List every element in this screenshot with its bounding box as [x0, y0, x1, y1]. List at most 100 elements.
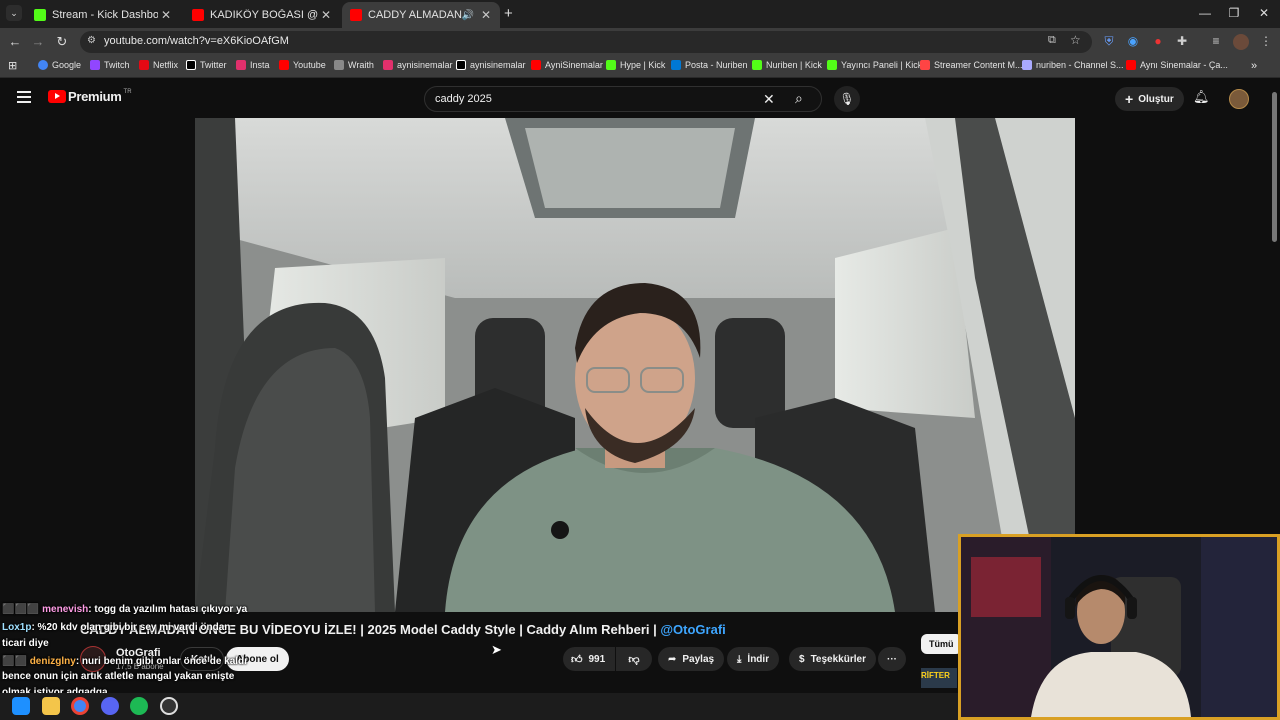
netflix-icon — [139, 60, 149, 70]
chrome-icon[interactable] — [71, 697, 89, 715]
spotify-icon[interactable] — [130, 697, 148, 715]
page-scrollbar[interactable] — [1272, 92, 1277, 242]
close-window-icon[interactable]: ✕ — [1249, 6, 1279, 20]
bookmark-ayni-sinemalar-ca[interactable]: Aynı Sinemalar - Ça... — [1126, 60, 1228, 70]
account-avatar[interactable] — [1229, 89, 1249, 109]
bookmark-aynisinemalar-yt[interactable]: AyniSinemalar — [531, 60, 603, 70]
download-button[interactable]: ⤓ İndir — [727, 647, 780, 671]
thanks-button[interactable]: $ Teşekkürler — [789, 647, 876, 671]
bookmark-google[interactable]: Google — [38, 60, 81, 70]
bookmark-streamer-content[interactable]: Streamer Content M... — [920, 60, 1023, 70]
tab-title: Stream - Kick Dashboard — [52, 9, 158, 21]
channel-mention-link[interactable]: @OtoGrafi — [660, 622, 725, 637]
site-info-icon[interactable]: ⚙ — [87, 35, 96, 46]
bookmark-yayinci-paneli[interactable]: Yayıncı Paneli | Kick — [827, 60, 922, 70]
youtube-icon — [1126, 60, 1136, 70]
bookmark-wraith[interactable]: Wraith — [334, 60, 374, 70]
like-count: 991 — [588, 653, 606, 665]
forward-icon[interactable]: → — [29, 34, 47, 49]
youtube-icon — [279, 60, 289, 70]
reload-icon[interactable]: ↻ — [53, 34, 71, 50]
create-label: Oluştur — [1138, 93, 1174, 105]
new-tab-icon[interactable]: + — [504, 5, 513, 22]
create-button[interactable]: + Oluştur — [1115, 87, 1184, 111]
bookmark-aynisinemalar-insta[interactable]: aynisinemalar — [383, 60, 453, 70]
google-icon — [38, 60, 48, 70]
bookmark-label: Google — [52, 60, 82, 70]
wraith-icon — [334, 60, 344, 70]
address-bar[interactable]: ⚙ youtube.com/watch?v=eX6KioOAfGM ⧉ ☆ — [80, 31, 1092, 53]
more-actions-button[interactable]: ··· — [878, 647, 906, 671]
bookmark-youtube[interactable]: Youtube — [279, 60, 326, 70]
chat-text: : togg da yazılım hatası çıkıyor ya — [88, 604, 248, 615]
premium-text: Premium — [68, 89, 122, 104]
media-control-icon[interactable]: ≡ — [1208, 34, 1224, 50]
apps-grid-icon[interactable]: ⊞ — [8, 59, 17, 72]
tab-search-icon[interactable]: ⌄ — [6, 5, 22, 21]
tab-kick-dashboard[interactable]: Stream - Kick Dashboard ✕ — [26, 2, 180, 28]
bookmark-label: Twitter — [200, 60, 227, 70]
youtube-premium-logo[interactable]: Premium TR — [48, 89, 132, 104]
microphone-icon: 🎙 — [839, 92, 855, 106]
search-box[interactable]: caddy 2025 ✕ ⌕ — [424, 86, 822, 112]
extensions-puzzle-icon[interactable]: ✚ — [1174, 34, 1190, 50]
restore-icon[interactable]: ❐ — [1219, 6, 1249, 20]
related-video-thumbnail[interactable]: RİFTER — [921, 668, 957, 688]
like-button[interactable]: 👍︎ 991 — [563, 647, 615, 671]
bookmark-hype-kick[interactable]: Hype | Kick — [606, 60, 665, 70]
youtube-play-icon — [48, 90, 66, 103]
close-tab-icon[interactable]: ✕ — [318, 8, 334, 22]
bookmark-nuriben-kick[interactable]: Nuriben | Kick — [752, 60, 822, 70]
thumbs-down-icon: 👎︎ — [628, 653, 640, 666]
chat-username: menevish — [42, 604, 89, 615]
x-twitter-icon — [456, 60, 466, 70]
extension-red-icon[interactable]: ● — [1150, 34, 1166, 50]
bookmark-twitter[interactable]: Twitter — [186, 60, 227, 70]
video-player[interactable] — [195, 118, 1075, 612]
extension-shield-icon[interactable]: ⛨ — [1101, 34, 1117, 50]
bookmark-channel-stats[interactable]: nuriben - Channel S... — [1022, 60, 1124, 70]
hamburger-menu-icon[interactable] — [17, 91, 31, 103]
thumbnail-text: RİFTER — [921, 671, 950, 680]
back-icon[interactable]: ← — [6, 34, 24, 49]
file-explorer-icon[interactable] — [42, 697, 60, 715]
twitch-icon — [90, 60, 100, 70]
bookmark-insta[interactable]: Insta — [236, 60, 270, 70]
search-icon[interactable]: ⌕ — [795, 90, 803, 107]
more-bookmarks-icon[interactable]: » — [1251, 60, 1257, 72]
bookmark-label: Yayıncı Paneli | Kick — [841, 60, 923, 70]
minimize-icon[interactable]: — — [1190, 6, 1220, 20]
voice-search-button[interactable]: 🎙 — [834, 86, 860, 112]
profile-avatar-icon[interactable] — [1233, 34, 1249, 50]
notifications-bell-icon[interactable]: 🔔︎ — [1193, 89, 1210, 105]
clear-search-icon[interactable]: ✕ — [763, 91, 775, 108]
tab-caddy-video[interactable]: CADDY ALMADAN ÖNCE B 🔊 ✕ — [342, 2, 500, 28]
chat-badge-icons: ⬛⬛ — [2, 656, 30, 667]
url-text: youtube.com/watch?v=eX6KioOAfGM — [104, 35, 289, 47]
close-tab-icon[interactable]: ✕ — [158, 8, 174, 22]
cast-icon[interactable]: ⧉ — [1048, 34, 1056, 47]
chat-message: ⬛⬛ denizglny: nuri benim gibi onlar önce… — [2, 656, 247, 667]
close-tab-icon[interactable]: ✕ — [478, 8, 494, 22]
obs-icon[interactable] — [160, 697, 178, 715]
bookmark-twitch[interactable]: Twitch — [90, 60, 130, 70]
bookmark-netflix[interactable]: Netflix — [139, 60, 178, 70]
windows-start-icon[interactable] — [12, 697, 30, 715]
share-button[interactable]: ➦ Paylaş — [658, 647, 725, 671]
browser-tab-strip: ⌄ Stream - Kick Dashboard ✕ KADIKÖY BOĞA… — [0, 0, 1280, 28]
dislike-button[interactable]: 👎︎ — [616, 647, 652, 671]
bookmark-posta[interactable]: Posta - Nuriben — [671, 60, 748, 70]
discord-icon[interactable] — [101, 697, 119, 715]
tab-kadikoy[interactable]: KADIKÖY BOĞASI @Asitmen İLE... ✕ — [184, 2, 340, 28]
search-input[interactable]: caddy 2025 — [435, 93, 492, 105]
bookmark-star-icon[interactable]: ☆ — [1070, 33, 1081, 47]
extension-blue-icon[interactable]: ◉ — [1125, 34, 1141, 50]
bookmark-label: aynisinemalar — [470, 60, 526, 70]
filter-chip-all[interactable]: Tümü — [921, 634, 962, 654]
audio-playing-icon[interactable]: 🔊 — [462, 10, 474, 21]
chat-badge-icons: ⬛⬛⬛ — [2, 604, 43, 615]
bookmark-aynisinemalar-x[interactable]: aynisinemalar — [456, 60, 526, 70]
chat-message: ⬛⬛⬛ menevish: togg da yazılım hatası çık… — [2, 604, 247, 615]
stats-icon — [1022, 60, 1032, 70]
browser-menu-icon[interactable]: ⋮ — [1258, 34, 1274, 50]
